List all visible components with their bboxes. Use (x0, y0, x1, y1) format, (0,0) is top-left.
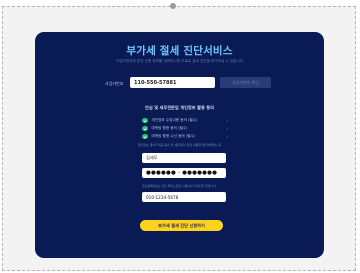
name-field[interactable]: 김세무 (142, 153, 226, 163)
chevron-right-icon[interactable]: › (226, 134, 228, 139)
verify-business-button[interactable]: 사업자번호 확인 (220, 77, 271, 88)
page-title: 부가세 절세 진단서비스 (126, 45, 233, 57)
rrn-note: 주민등록번호는 진단 목적으로만 사용되며 저장되지 않습니다 (142, 184, 216, 188)
check-circle-icon[interactable] (142, 125, 148, 132)
consent-item-1[interactable]: 개인정보 수집이용 동의 (필수) › (142, 117, 228, 124)
consent-item-label: 마케팅 활용 동의 (필수) (151, 126, 188, 130)
consent-title: 안심 및 세무전문업 개인정보 활용 동의 (145, 105, 214, 110)
consent-item-3[interactable]: 마케팅 활용 수신 동의 (필수) › (142, 133, 228, 140)
consent-item-label: 마케팅 활용 수신 동의 (필수) (151, 134, 196, 138)
phone-field[interactable]: 010-1234-5678 (142, 192, 226, 202)
consent-item-label: 개인정보 수집이용 동의 (필수) (151, 118, 198, 122)
chevron-right-icon[interactable]: › (226, 126, 228, 131)
consent-item-2[interactable]: 마케팅 활용 동의 (필수) › (142, 125, 228, 132)
rrn-field[interactable]: ●●●●●● - ●●●●●●● (142, 168, 226, 178)
diagnosis-card: 부가세 절세 진단서비스 사업자번호와 본인 인증 정보를 입력하시면 무료로 … (35, 32, 324, 258)
drag-handle-icon[interactable] (166, 0, 180, 12)
business-number-label: 사업자번호 (105, 81, 124, 86)
chevron-right-icon[interactable]: › (226, 118, 228, 123)
check-circle-icon[interactable] (142, 117, 148, 124)
check-circle-icon[interactable] (142, 133, 148, 140)
business-number-input[interactable]: 110-550-57881 (130, 77, 215, 88)
page-subtitle: 사업자번호와 본인 인증 정보를 입력하시면 무료로 절세 진단을 받아보실 수… (115, 59, 244, 63)
consent-notice: 개인정보 제3자 제공 동의 및 세무대리 위임 내용을 확인하였습니다 (137, 143, 222, 147)
submit-button[interactable]: 부가세 절세 진단 신청하기 (140, 220, 223, 231)
